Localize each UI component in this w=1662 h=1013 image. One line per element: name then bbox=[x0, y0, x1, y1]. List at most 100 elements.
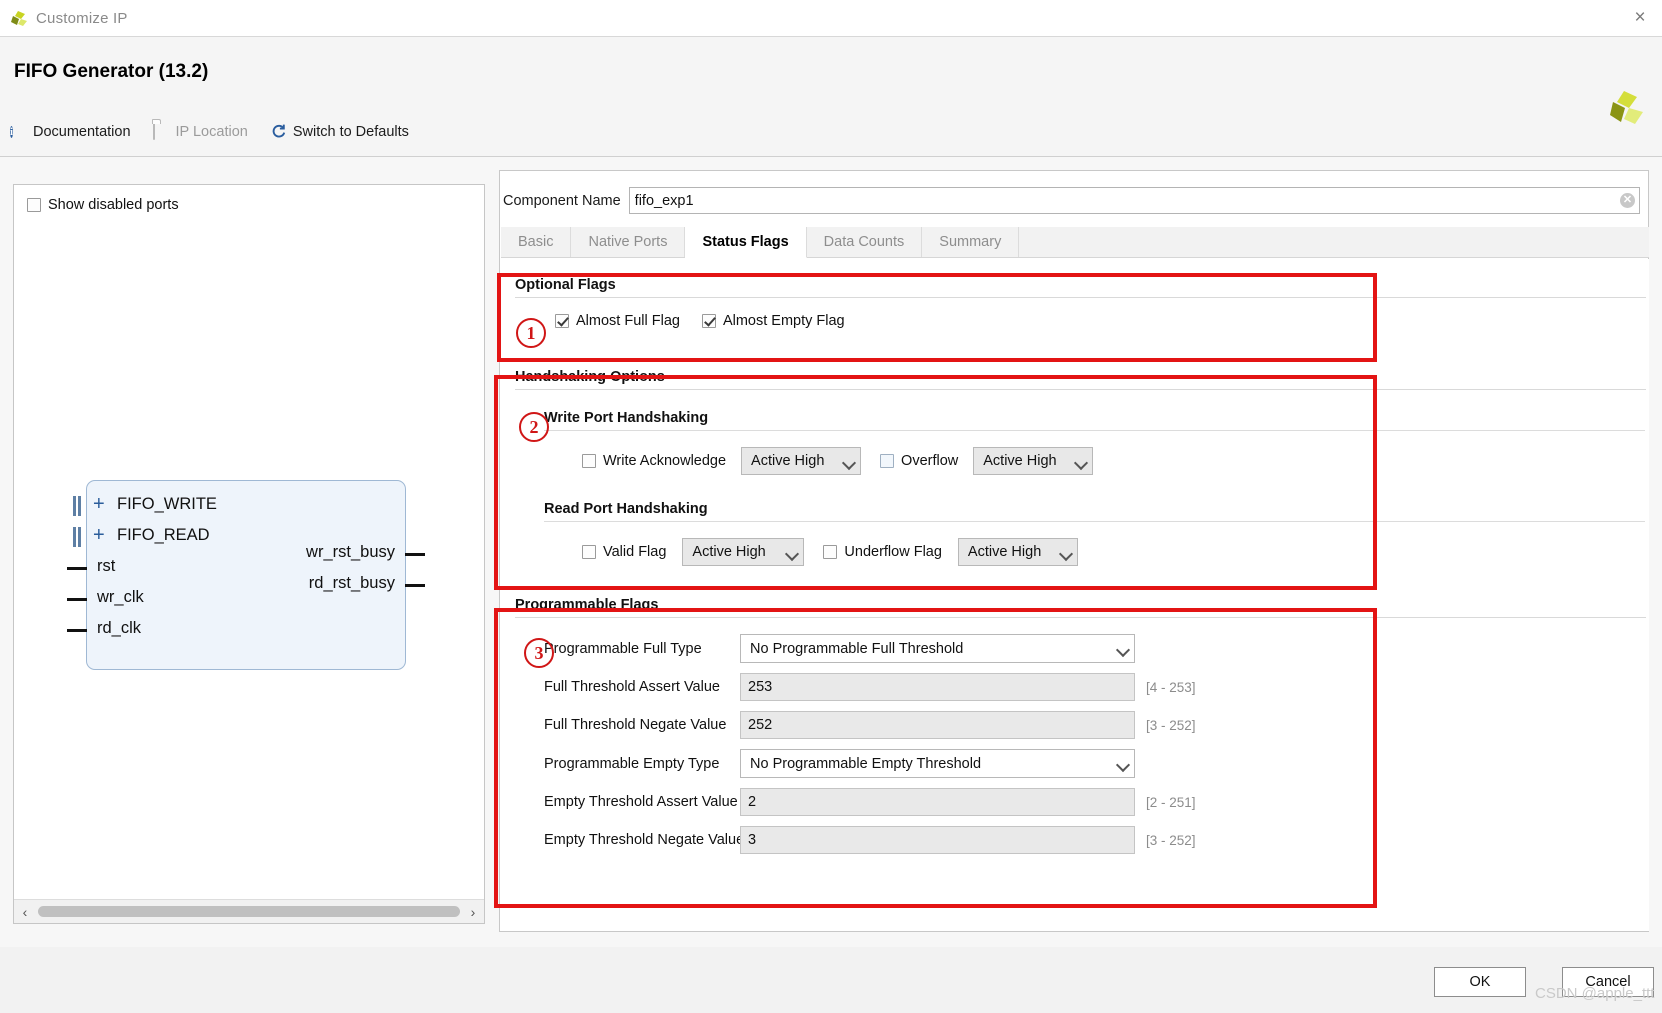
fifo-read-expand-icon[interactable]: + bbox=[93, 525, 105, 545]
valid-flag-polarity-select[interactable]: Active High bbox=[682, 538, 805, 566]
programmable-empty-type-row: Programmable Empty Type No Programmable … bbox=[544, 749, 1646, 778]
documentation-link-label: Documentation bbox=[33, 123, 131, 140]
header-link-bar: i Documentation IP Location Switch to De… bbox=[10, 122, 431, 140]
component-name-label: Component Name bbox=[503, 192, 621, 209]
full-threshold-negate-input[interactable]: 252 bbox=[740, 711, 1135, 739]
empty-threshold-negate-input[interactable]: 3 bbox=[740, 826, 1135, 854]
read-port-row: Valid Flag Active High Underflow Flag Ac… bbox=[582, 538, 1646, 566]
component-name-input[interactable] bbox=[628, 187, 1640, 214]
full-threshold-assert-input[interactable]: 253 bbox=[740, 673, 1135, 701]
annotation-marker-2: 2 bbox=[519, 412, 549, 442]
switch-to-defaults-link[interactable]: Switch to Defaults bbox=[270, 123, 409, 140]
documentation-link[interactable]: i Documentation bbox=[10, 123, 131, 140]
handshaking-options-rule bbox=[515, 389, 1646, 390]
programmable-empty-type-value: No Programmable Empty Threshold bbox=[750, 755, 982, 772]
status-flags-content: Optional Flags Almost Full Flag Almost E… bbox=[501, 259, 1649, 931]
fifo-port-rd_clk: rd_clk bbox=[97, 619, 142, 637]
component-name-row: Component Name ✕ bbox=[501, 187, 1649, 214]
empty-threshold-negate-label: Empty Threshold Negate Value bbox=[544, 832, 745, 848]
show-disabled-ports-row[interactable]: Show disabled ports bbox=[27, 197, 179, 213]
folder-icon bbox=[152, 122, 170, 140]
empty-threshold-negate-row: Empty Threshold Negate Value 3 [3 - 252] bbox=[544, 826, 1646, 854]
almost-full-flag-checkbox[interactable] bbox=[555, 314, 569, 328]
chevron-down-icon bbox=[1117, 757, 1130, 770]
write-port-handshaking-group: Write Port Handshaking Write Acknowledge… bbox=[544, 410, 1646, 475]
handshaking-options-section: Handshaking Options Write Port Handshaki… bbox=[515, 369, 1646, 566]
full-threshold-assert-range: [4 - 253] bbox=[1146, 679, 1196, 695]
programmable-full-type-value: No Programmable Full Threshold bbox=[750, 640, 964, 657]
fifo-port-FIFO_WRITE: FIFO_WRITE bbox=[117, 495, 217, 513]
page-title: FIFO Generator (13.2) bbox=[14, 61, 209, 82]
fifo-write-bus-ticks-icon bbox=[73, 496, 83, 516]
chevron-down-icon bbox=[1075, 455, 1088, 468]
tab-status-flags[interactable]: Status Flags bbox=[685, 227, 807, 258]
cancel-button[interactable]: Cancel bbox=[1562, 967, 1654, 997]
tab-basic[interactable]: Basic bbox=[501, 227, 572, 257]
programmable-full-type-select[interactable]: No Programmable Full Threshold bbox=[740, 634, 1135, 663]
programmable-full-type-label: Programmable Full Type bbox=[544, 640, 702, 657]
fifo-block-symbol: + FIFO_WRITE + FIFO_READ rst wr_clk rd_c… bbox=[67, 480, 425, 670]
info-icon: i bbox=[10, 126, 14, 138]
chevron-down-icon bbox=[786, 546, 799, 559]
write-acknowledge-label: Write Acknowledge bbox=[603, 453, 727, 469]
programmable-empty-type-label: Programmable Empty Type bbox=[544, 755, 720, 772]
tab-native-ports[interactable]: Native Ports bbox=[571, 227, 686, 257]
empty-threshold-assert-input[interactable]: 2 bbox=[740, 788, 1135, 816]
dialog-body: Show disabled ports + FIFO_WRITE + FIFO_… bbox=[0, 158, 1662, 947]
programmable-flags-rule bbox=[515, 617, 1646, 618]
almost-full-flag-label: Almost Full Flag bbox=[576, 313, 680, 329]
programmable-flags-title: Programmable Flags bbox=[515, 597, 659, 613]
underflow-flag-label: Underflow Flag bbox=[844, 544, 942, 560]
fifo-read-bus-ticks-icon bbox=[73, 527, 83, 547]
diagram-horizontal-scrollbar[interactable]: ‹ › bbox=[14, 899, 484, 923]
optional-flags-title: Optional Flags bbox=[515, 277, 616, 293]
ok-button[interactable]: OK bbox=[1434, 967, 1526, 997]
config-tabs: Basic Native Ports Status Flags Data Cou… bbox=[501, 227, 1649, 258]
optional-flags-section: Optional Flags Almost Full Flag Almost E… bbox=[515, 277, 1646, 329]
clear-circle-icon[interactable]: ✕ bbox=[1620, 193, 1635, 208]
handshaking-options-title: Handshaking Options bbox=[515, 369, 665, 385]
full-threshold-negate-label: Full Threshold Negate Value bbox=[544, 717, 727, 733]
show-disabled-ports-checkbox[interactable] bbox=[27, 198, 41, 212]
xilinx-logo-icon bbox=[8, 7, 30, 29]
scroll-left-icon[interactable]: ‹ bbox=[14, 901, 36, 923]
tab-filler bbox=[1019, 227, 1649, 257]
config-panel: Component Name ✕ Basic Native Ports Stat… bbox=[499, 170, 1649, 932]
refresh-icon bbox=[270, 123, 287, 140]
switch-to-defaults-link-label: Switch to Defaults bbox=[292, 123, 409, 140]
scrollbar-thumb[interactable] bbox=[38, 906, 460, 917]
chevron-down-icon bbox=[1117, 642, 1130, 655]
valid-flag-checkbox[interactable] bbox=[582, 545, 596, 559]
empty-threshold-negate-range: [3 - 252] bbox=[1146, 832, 1196, 848]
chevron-down-icon bbox=[843, 455, 856, 468]
programmable-full-type-row: Programmable Full Type No Programmable F… bbox=[544, 634, 1646, 663]
underflow-flag-polarity-select[interactable]: Active High bbox=[957, 538, 1078, 566]
almost-empty-flag-checkbox[interactable] bbox=[701, 314, 716, 328]
close-icon[interactable]: × bbox=[1628, 6, 1652, 30]
ip-location-link[interactable]: IP Location bbox=[152, 122, 248, 140]
scroll-right-icon[interactable]: › bbox=[462, 901, 484, 923]
tab-data-counts[interactable]: Data Counts bbox=[806, 227, 923, 257]
pin-line-rst bbox=[67, 567, 87, 570]
full-threshold-assert-row: Full Threshold Assert Value 253 [4 - 253… bbox=[544, 673, 1646, 701]
overflow-polarity-select[interactable]: Active High bbox=[973, 447, 1094, 475]
pin-line-wr-rst-busy bbox=[405, 553, 425, 556]
fifo-write-expand-icon[interactable]: + bbox=[93, 494, 105, 514]
pin-line-wr-clk bbox=[67, 598, 87, 601]
show-disabled-ports-label: Show disabled ports bbox=[48, 197, 179, 213]
write-acknowledge-checkbox[interactable] bbox=[582, 454, 596, 468]
empty-threshold-assert-range: [2 - 251] bbox=[1146, 794, 1196, 810]
overflow-checkbox[interactable] bbox=[880, 454, 895, 468]
xilinx-brand-logo-icon bbox=[1605, 87, 1645, 127]
fifo-port-wr_rst_busy: wr_rst_busy bbox=[306, 543, 395, 561]
programmable-empty-type-select[interactable]: No Programmable Empty Threshold bbox=[740, 749, 1135, 778]
tab-summary[interactable]: Summary bbox=[922, 227, 1020, 257]
write-acknowledge-polarity-value: Active High bbox=[751, 453, 825, 469]
almost-empty-flag-label: Almost Empty Flag bbox=[722, 313, 845, 329]
pin-line-rd-clk bbox=[67, 629, 87, 632]
annotation-marker-1: 1 bbox=[516, 318, 546, 348]
full-threshold-negate-row: Full Threshold Negate Value 252 [3 - 252… bbox=[544, 711, 1646, 739]
write-acknowledge-polarity-select[interactable]: Active High bbox=[741, 447, 862, 475]
underflow-flag-checkbox[interactable] bbox=[823, 545, 838, 559]
valid-flag-label: Valid Flag bbox=[603, 544, 667, 560]
